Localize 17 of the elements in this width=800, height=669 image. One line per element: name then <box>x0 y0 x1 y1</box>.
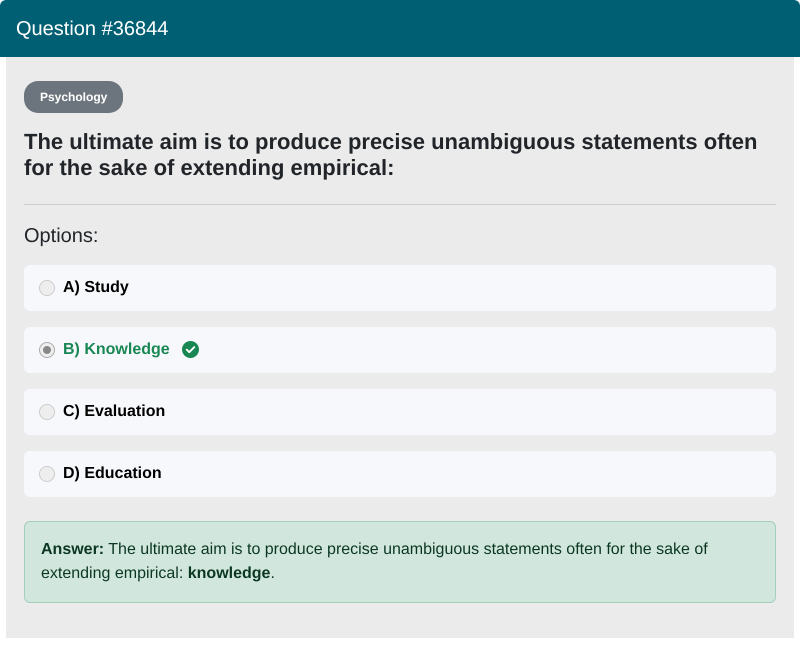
radio-button[interactable] <box>39 404 55 420</box>
option-row[interactable]: A) Study <box>24 264 776 311</box>
option-label: C) Evaluation <box>63 402 166 422</box>
radio-button[interactable] <box>39 466 55 482</box>
radio-button[interactable] <box>39 280 55 296</box>
option-row[interactable]: B) Knowledge <box>24 326 776 373</box>
option-label: A) Study <box>63 278 129 298</box>
option-row[interactable]: C) Evaluation <box>24 388 776 435</box>
answer-text: Answer: The ultimate aim is to produce precise unambiguous statements often for the sake of extending empirical: knowledge. <box>24 520 776 603</box>
question-text: The ultimate aim is to produce precise unambiguous statements often for the sake of extending empirical: <box>24 129 758 182</box>
options-heading: Options: <box>24 224 100 249</box>
radio-button[interactable] <box>39 342 55 358</box>
option-label: B) Knowledge <box>63 340 170 360</box>
option-row[interactable]: D) Education <box>24 450 776 497</box>
page-title: Question #36844 <box>16 16 168 40</box>
category-tag: Psychology <box>24 81 124 113</box>
option-label: D) Education <box>63 464 162 484</box>
